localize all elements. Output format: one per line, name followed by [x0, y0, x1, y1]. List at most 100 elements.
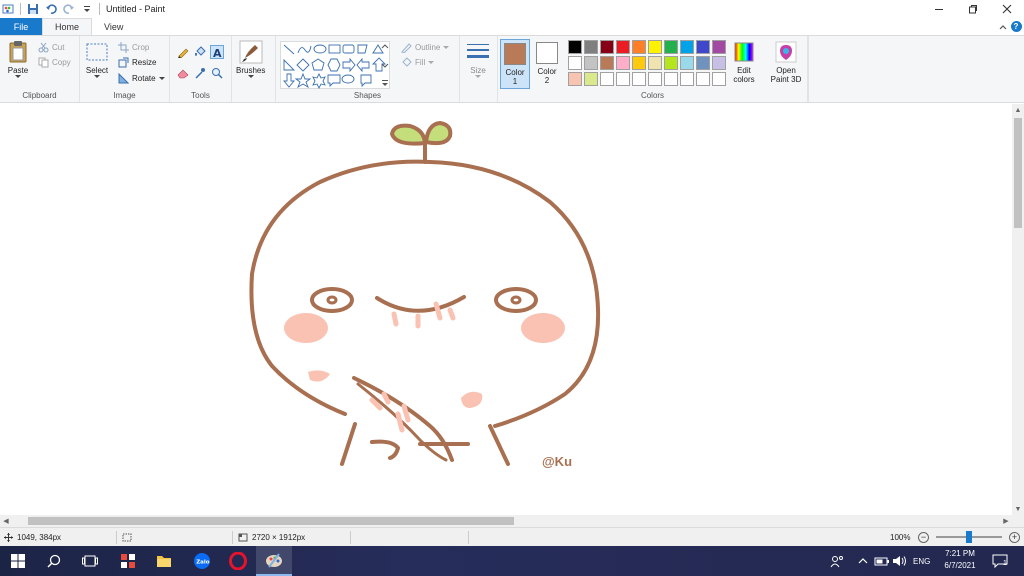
horizontal-scroll-thumb[interactable]	[28, 517, 514, 525]
battery-icon[interactable]	[874, 546, 890, 576]
separator	[468, 531, 469, 544]
palette-swatch[interactable]	[600, 56, 614, 70]
taskbar-paint[interactable]	[256, 546, 292, 576]
crop-button[interactable]: Crop	[118, 41, 149, 54]
tab-view[interactable]: View	[92, 18, 135, 35]
canvas-area[interactable]: @Ku	[0, 104, 1012, 515]
palette-swatch[interactable]	[712, 56, 726, 70]
search-button[interactable]	[36, 546, 72, 576]
zoom-out-button[interactable]: −	[918, 532, 929, 543]
brushes-button[interactable]: Brushes	[236, 40, 265, 79]
palette-swatch[interactable]	[680, 72, 694, 86]
rotate-icon	[118, 73, 129, 84]
pencil-tool[interactable]	[176, 45, 190, 59]
palette-swatch[interactable]	[568, 72, 582, 86]
paint-app-icon[interactable]	[2, 3, 14, 15]
start-button[interactable]	[0, 546, 36, 576]
palette-swatch[interactable]	[712, 40, 726, 54]
minimize-button[interactable]	[922, 0, 956, 18]
scroll-right-icon[interactable]: ▶	[1000, 515, 1012, 527]
palette-swatch[interactable]	[680, 56, 694, 70]
scroll-down-icon[interactable]: ▼	[1012, 503, 1024, 515]
resize-button[interactable]: Resize	[118, 56, 156, 69]
outline-button[interactable]: Outline	[400, 41, 450, 54]
size-group: Size	[460, 36, 498, 102]
paint-bucket-icon	[195, 46, 206, 56]
taskbar-file-explorer[interactable]	[146, 546, 182, 576]
palette-swatch[interactable]	[616, 40, 630, 54]
vertical-scroll-thumb[interactable]	[1014, 118, 1022, 228]
taskbar-zalo[interactable]: Zalo	[184, 546, 220, 576]
restore-button[interactable]	[956, 0, 990, 18]
help-icon[interactable]: ?	[1010, 21, 1022, 32]
text-tool[interactable]: A	[210, 45, 224, 59]
palette-swatch[interactable]	[696, 56, 710, 70]
size-button[interactable]: Size	[466, 40, 490, 79]
zoom-slider-handle[interactable]	[966, 531, 972, 543]
palette-swatch[interactable]	[648, 40, 662, 54]
customize-toolbar-dropdown-icon[interactable]	[81, 3, 93, 15]
scroll-left-icon[interactable]: ◀	[0, 515, 12, 527]
undo-icon[interactable]	[45, 3, 57, 15]
palette-swatch[interactable]	[584, 56, 598, 70]
palette-swatch[interactable]	[632, 56, 646, 70]
rotate-button[interactable]: Rotate	[118, 72, 165, 85]
crop-icon	[118, 42, 129, 53]
save-icon[interactable]	[27, 3, 39, 15]
collapse-ribbon-icon[interactable]	[999, 23, 1007, 31]
magnifier-tool[interactable]	[210, 66, 224, 80]
palette-swatch[interactable]	[712, 72, 726, 86]
paste-button[interactable]: Paste	[6, 40, 30, 79]
edit-colors-button[interactable]: Edit colors	[732, 40, 756, 84]
palette-swatch[interactable]	[600, 72, 614, 86]
taskbar-app-snipping[interactable]	[110, 546, 146, 576]
select-button[interactable]: Select	[85, 40, 109, 79]
people-icon[interactable]	[830, 546, 844, 576]
fill-tool[interactable]	[193, 45, 207, 59]
palette-swatch[interactable]	[664, 40, 678, 54]
tab-file[interactable]: File	[0, 18, 42, 35]
palette-swatch[interactable]	[680, 40, 694, 54]
cut-button[interactable]: Cut	[38, 41, 64, 54]
taskbar-opera[interactable]	[220, 546, 256, 576]
palette-swatch[interactable]	[648, 72, 662, 86]
palette-swatch[interactable]	[664, 56, 678, 70]
palette-swatch[interactable]	[696, 72, 710, 86]
palette-swatch[interactable]	[648, 56, 662, 70]
tab-home[interactable]: Home	[42, 18, 93, 35]
color2-button[interactable]: Color 2	[532, 39, 562, 89]
open-paint3d-button[interactable]: Open Paint 3D	[766, 40, 806, 84]
system-clock[interactable]: 7:21 PM 6/7/2021	[936, 548, 984, 572]
palette-swatch[interactable]	[568, 56, 582, 70]
folder-icon	[157, 556, 171, 567]
action-center-button[interactable]: 1	[992, 546, 1008, 576]
vertical-scrollbar[interactable]: ▲ ▼	[1012, 104, 1024, 515]
zoom-in-button[interactable]: +	[1009, 532, 1020, 543]
palette-swatch[interactable]	[584, 40, 598, 54]
palette-swatch[interactable]	[632, 72, 646, 86]
palette-swatch[interactable]	[616, 56, 630, 70]
show-hidden-icons-icon[interactable]	[858, 546, 868, 576]
eraser-tool[interactable]	[176, 66, 190, 80]
color-picker-tool[interactable]	[193, 66, 207, 80]
redo-icon[interactable]	[63, 3, 75, 15]
palette-swatch[interactable]	[664, 72, 678, 86]
task-view-button[interactable]	[72, 546, 108, 576]
palette-swatch[interactable]	[632, 40, 646, 54]
fill-button[interactable]: Fill	[400, 56, 435, 69]
horizontal-scrollbar[interactable]: ◀ ▶	[0, 515, 1012, 527]
palette-swatch[interactable]	[600, 40, 614, 54]
palette-swatch[interactable]	[696, 40, 710, 54]
input-language[interactable]: ENG	[913, 546, 930, 576]
close-button[interactable]	[990, 0, 1024, 18]
palette-swatch[interactable]	[616, 72, 630, 86]
scroll-up-icon[interactable]: ▲	[1012, 104, 1024, 116]
palette-swatch[interactable]	[584, 72, 598, 86]
palette-swatch[interactable]	[568, 40, 582, 54]
volume-icon[interactable]	[892, 546, 908, 576]
group-label-shapes: Shapes	[353, 91, 382, 100]
copy-button[interactable]: Copy	[38, 56, 71, 69]
shapes-scroll-icon[interactable]	[381, 42, 389, 90]
drawing-canvas[interactable]: @Ku	[0, 104, 1012, 515]
color1-button[interactable]: Color 1	[500, 39, 530, 89]
